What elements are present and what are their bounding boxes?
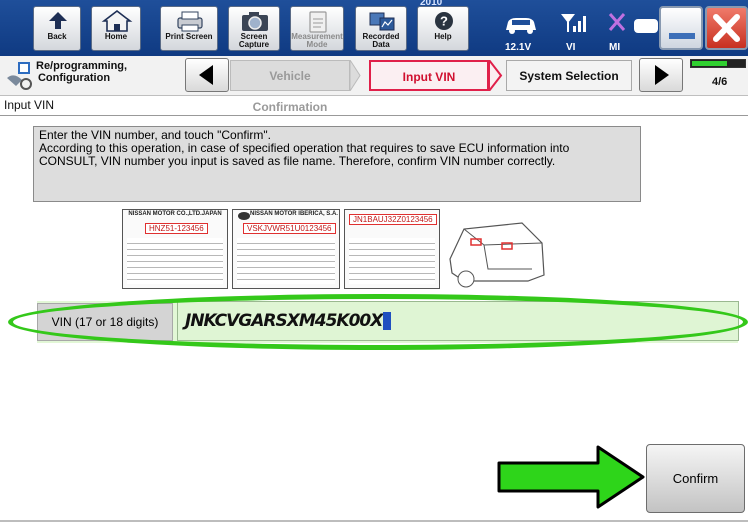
next-step-button[interactable] [639, 58, 683, 92]
measurement-mode-button[interactable]: Measurement Mode [290, 6, 344, 51]
progress-fill [692, 61, 727, 66]
car-battery-icon [506, 18, 536, 34]
progress-text: 4/6 [712, 76, 728, 88]
plate-3-lines [349, 238, 435, 284]
mi-indicator: MI [597, 6, 637, 53]
mi-label: MI [609, 42, 621, 53]
step-vehicle-confirmation: Vehicle Confirmation [230, 60, 350, 114]
close-icon [713, 14, 740, 42]
minimize-button[interactable] [659, 6, 703, 50]
step-bar: Re/programming, Configuration Vehicle Co… [0, 56, 748, 114]
step-system-selection: System Selection [506, 60, 632, 91]
home-icon [101, 9, 133, 32]
clipboard-icon [309, 11, 327, 33]
vi-indicator: VI [553, 6, 593, 53]
help-label: Help [434, 32, 452, 41]
page-title: Input VIN [4, 98, 55, 112]
measurement-mode-label: Measurement Mode [291, 32, 343, 49]
help-button[interactable]: ? Help [417, 6, 469, 51]
confirm-button[interactable]: Confirm [646, 444, 745, 513]
reprogramming-icon [7, 62, 32, 90]
back-button[interactable]: Back [33, 6, 81, 51]
home-button[interactable]: Home [91, 6, 141, 51]
help-icon: ? [435, 12, 453, 30]
camera-icon [242, 12, 268, 31]
vin-input-value: JNKCVGARSXM45K00X [185, 311, 383, 331]
vin-label: VIN (17 or 18 digits) [37, 303, 173, 341]
recorded-data-icon [369, 12, 395, 31]
recorded-data-button[interactable]: Recorded Data [355, 6, 407, 51]
plate-3-vin: JN1BAUJ32Z0123456 [349, 214, 437, 225]
instruction-box: Enter the VIN number, and touch "Confirm… [33, 126, 641, 202]
close-button[interactable] [705, 6, 748, 50]
green-arrow-icon [497, 445, 645, 509]
toolbar: 2010 Back Home Print Screen Screen Captu… [0, 0, 748, 56]
home-label: Home [104, 32, 128, 41]
mi-cross-icon [608, 13, 626, 31]
consult-window: 2010 Back Home Print Screen Screen Captu… [0, 0, 748, 522]
back-arrow-icon [49, 12, 67, 29]
print-screen-label: Print Screen [165, 32, 213, 41]
printer-icon [177, 11, 203, 32]
vin-plate-1: NISSAN MOTOR CO.,LTD.JAPAN HNZ51-123456 [122, 209, 228, 289]
plate-2-vin: VSKJVWR51U0123456 [243, 223, 336, 234]
step-progress: 4/6 [690, 59, 748, 93]
plate-2-lines [237, 238, 335, 284]
text-cursor [383, 312, 392, 330]
progress-bar [690, 59, 746, 68]
plate-1-vin: HNZ51-123456 [145, 223, 208, 234]
left-triangle-icon [199, 65, 213, 85]
recorded-data-label: Recorded Data [362, 32, 400, 49]
vehicle-drawing [449, 222, 545, 288]
instruction-line-3: CONSULT, VIN number you input is saved a… [39, 154, 556, 168]
back-label: Back [47, 32, 67, 41]
step-chevron-1 [350, 60, 361, 91]
vin-plate-3: JN1BAUJ32Z0123456 [344, 209, 440, 289]
screen-capture-label: Screen Capture [238, 32, 270, 49]
plate-2-header: NISSAN MOTOR IBERICA, S.A. [250, 211, 338, 217]
svg-text:?: ? [440, 14, 448, 29]
connection-icon [634, 19, 658, 33]
vin-input[interactable]: JNKCVGARSXM45K00X [177, 301, 739, 341]
battery-indicator: 12.1V [490, 6, 550, 53]
step-input-vin: Input VIN [369, 60, 489, 91]
signal-bars-icon [561, 14, 586, 32]
screen-capture-button[interactable]: Screen Capture [228, 6, 280, 51]
vin-plate-2: NISSAN MOTOR IBERICA, S.A. VSKJVWR51U012… [232, 209, 340, 289]
right-triangle-icon [655, 65, 669, 85]
step-chevron-2 [489, 60, 503, 91]
vin-location-illustration: NISSAN MOTOR CO.,LTD.JAPAN HNZ51-123456 … [122, 209, 548, 293]
print-screen-button[interactable]: Print Screen [160, 6, 218, 51]
battery-voltage: 12.1V [505, 42, 532, 53]
vi-label: VI [566, 42, 576, 53]
plate-1-lines [127, 238, 223, 284]
title-divider [0, 115, 748, 116]
section-label: Re/programming, Configuration [36, 60, 128, 84]
plate-1-header: NISSAN MOTOR CO.,LTD.JAPAN [128, 211, 222, 217]
previous-step-button[interactable] [185, 58, 229, 92]
minimize-icon [669, 33, 695, 39]
